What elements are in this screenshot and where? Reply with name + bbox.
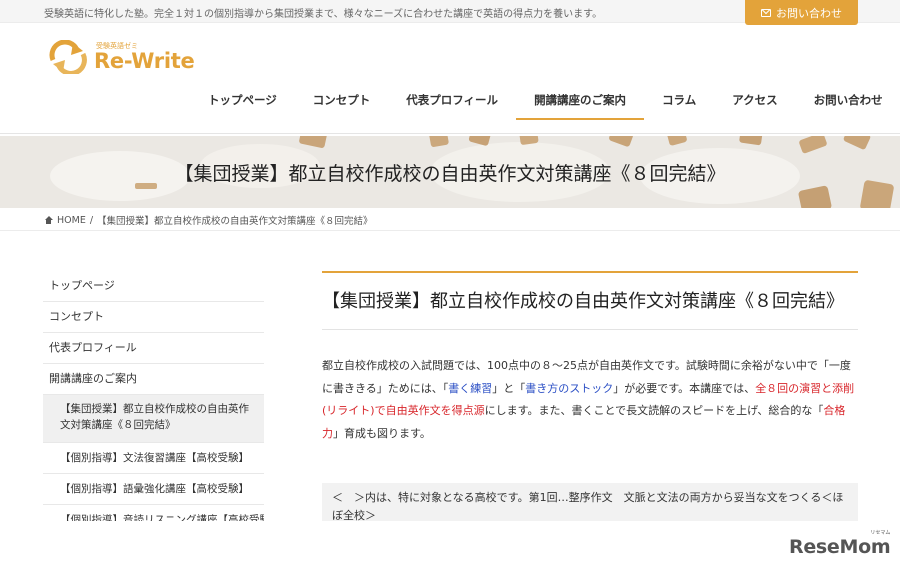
watermark-brand: ReseMom [789, 536, 891, 558]
sidebar-item-profile[interactable]: 代表プロフィール [43, 333, 264, 364]
nav-item-column[interactable]: コラム [644, 80, 714, 120]
site-logo[interactable]: 受験英語ゼミ Re-Write [47, 40, 197, 74]
lead-text-2: 」と「 [492, 381, 526, 395]
breadcrumb: HOME / 【集団授業】都立自校作成校の自由英作文対策講座《８回完結》 [44, 213, 373, 227]
bottom-white-area [0, 521, 900, 572]
nav-item-access[interactable]: アクセス [714, 80, 795, 120]
site-tagline: 受験英語に特化した塾。完全１対１の個別指導から集団授業まで、様々なニーズに合わせ… [44, 9, 603, 20]
page-title: 【集団授業】都立自校作成校の自由英作文対策講座《８回完結》 [174, 162, 726, 185]
article-title-divider [322, 329, 858, 330]
home-icon [44, 216, 53, 224]
sidebar-item-vocabulary-course[interactable]: 【個別指導】語彙強化講座【高校受験】 [43, 474, 264, 505]
sidebar-item-top[interactable]: トップページ [43, 271, 264, 302]
nav-item-concept[interactable]: コンセプト [295, 80, 389, 120]
sidebar-item-listening-course[interactable]: 【個別指導】音読リスニング講座【高校受験】 [43, 505, 264, 521]
resemom-watermark: ReseMom リセマム [789, 530, 891, 558]
article: 【集団授業】都立自校作成校の自由英作文対策講座《８回完結》 都立自校作成校の入試… [322, 271, 858, 445]
lead-highlight-writing-practice: 書く練習 [448, 381, 493, 395]
sidebar-item-grammar-course[interactable]: 【個別指導】文法復習講座【高校受験】 [43, 443, 264, 474]
nav-item-top[interactable]: トップページ [190, 80, 295, 120]
breadcrumb-home-link[interactable]: HOME [57, 215, 86, 226]
breadcrumb-separator: / [89, 214, 94, 226]
breadcrumb-current: 【集団授業】都立自校作成校の自由英作文対策講座《８回完結》 [97, 216, 373, 227]
lead-highlight-writing-stock: 書き方のストック [525, 381, 614, 395]
logo-mark-icon [49, 40, 87, 74]
lead-text-5: 」育成も図ります。 [333, 426, 431, 440]
page-header-banner: 【集団授業】都立自校作成校の自由英作文対策講座《８回完結》 [0, 136, 900, 208]
sidebar-item-current-course[interactable]: 【集団授業】都立自校作成校の自由英作文対策講座《８回完結》 [43, 395, 264, 443]
article-lead: 都立自校作成校の入試問題では、100点中の８～25点が自由英作文です。試験時間に… [322, 355, 858, 445]
mail-icon [761, 8, 771, 17]
breadcrumb-divider [0, 230, 900, 231]
contact-button[interactable]: お問い合わせ [745, 0, 858, 25]
nav-item-courses[interactable]: 開講講座のご案内 [516, 80, 645, 120]
sidebar-item-courses[interactable]: 開講講座のご案内 [43, 364, 264, 395]
logo-wordmark: Re-Write [94, 49, 195, 73]
article-top-rule [322, 271, 858, 273]
header-divider [0, 133, 900, 134]
sidebar-item-concept[interactable]: コンセプト [43, 302, 264, 333]
article-title: 【集団授業】都立自校作成校の自由英作文対策講座《８回完結》 [322, 291, 844, 312]
lead-text-4: にします。また、書くことで長文読解のスピードを上げ、総合的な「 [484, 404, 824, 417]
nav-item-profile[interactable]: 代表プロフィール [388, 80, 516, 120]
global-nav: トップページ コンセプト 代表プロフィール 開講講座のご案内 コラム アクセス … [190, 80, 900, 120]
contact-button-label: お問い合わせ [776, 6, 842, 20]
sidebar-nav: トップページ コンセプト 代表プロフィール 開講講座のご案内 【集団授業】都立自… [43, 271, 264, 521]
watermark-kana: リセマム [870, 530, 891, 536]
nav-item-contact[interactable]: お問い合わせ [796, 80, 900, 120]
lead-text-3: 」が必要です。本講座では、 [613, 381, 756, 395]
